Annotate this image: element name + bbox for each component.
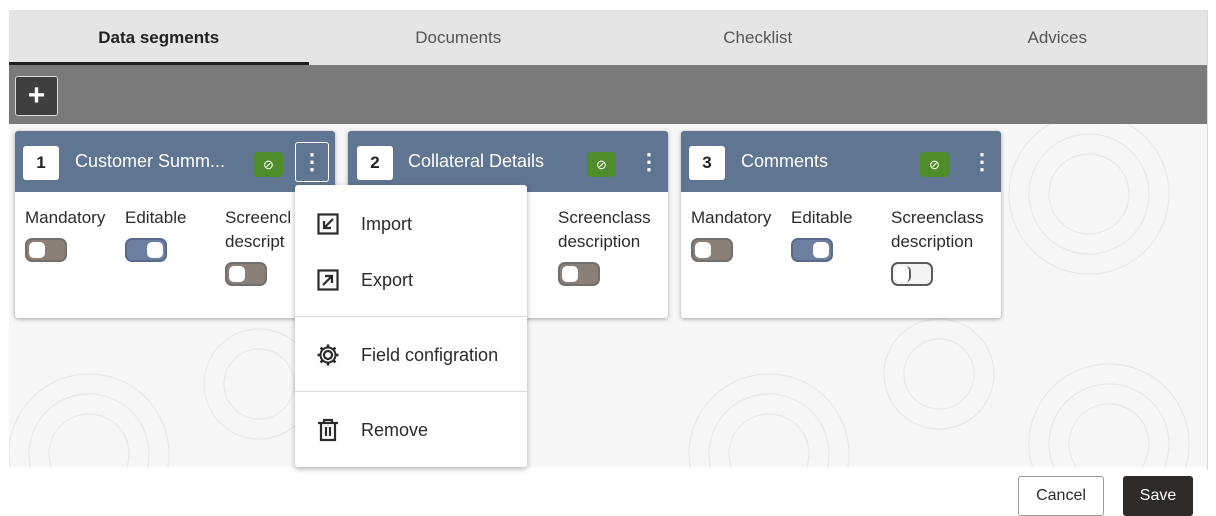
menu-item-label: Remove bbox=[361, 419, 429, 440]
kebab-icon[interactable]: ⋮ bbox=[965, 142, 999, 182]
segment-card-1[interactable]: 1 Customer Summ... ⊘ ⋮ Mandatory Editabl… bbox=[15, 131, 335, 318]
card-header: 2 Collateral Details ⊘ ⋮ bbox=[348, 131, 668, 192]
menu-item-label: Import bbox=[361, 213, 413, 234]
menu-item-export[interactable]: Export bbox=[295, 252, 527, 308]
card-title: Comments bbox=[741, 151, 829, 171]
editable-toggle[interactable] bbox=[125, 238, 167, 262]
menu-item-label: Field configration bbox=[361, 344, 499, 365]
screenclass-label-2: description bbox=[891, 232, 974, 251]
trash-icon bbox=[315, 417, 341, 443]
screenclass-toggle[interactable] bbox=[891, 262, 933, 286]
kebab-icon[interactable]: ⋮ bbox=[295, 142, 329, 182]
screenclass-toggle[interactable] bbox=[558, 262, 600, 286]
card-number: 3 bbox=[689, 146, 725, 180]
toolbar bbox=[9, 65, 1207, 124]
kebab-icon[interactable]: ⋮ bbox=[632, 142, 666, 182]
segment-card-3[interactable]: 3 Comments ⊘ ⋮ Mandatory Editable Screen… bbox=[681, 131, 1001, 318]
check-circle-icon: ⊘ bbox=[254, 152, 283, 177]
tab-checklist[interactable]: Checklist bbox=[608, 10, 908, 65]
menu-item-import[interactable]: Import bbox=[295, 196, 527, 252]
tab-advices[interactable]: Advices bbox=[908, 10, 1208, 65]
import-icon bbox=[315, 211, 341, 237]
add-segment-button[interactable]: + bbox=[15, 76, 58, 116]
mandatory-toggle[interactable] bbox=[691, 238, 733, 262]
card-context-menu: Import Export Field configration Remove bbox=[295, 185, 527, 467]
check-circle-icon: ⊘ bbox=[587, 152, 616, 177]
menu-divider bbox=[295, 391, 527, 392]
screenclass-label-2: description bbox=[558, 232, 641, 251]
card-number: 1 bbox=[23, 146, 59, 180]
segment-editor: Data segments Documents Checklist Advice… bbox=[0, 0, 1216, 516]
screenclass-label: Screencl bbox=[225, 208, 292, 227]
menu-item-remove[interactable]: Remove bbox=[295, 402, 527, 458]
editable-label: Editable bbox=[125, 208, 187, 227]
card-title: Collateral Details bbox=[408, 151, 545, 171]
editable-label: Editable bbox=[791, 208, 853, 227]
screenclass-toggle[interactable] bbox=[225, 262, 267, 286]
export-icon bbox=[315, 267, 341, 293]
screenclass-label: Screenclass bbox=[891, 208, 984, 227]
plus-icon: + bbox=[27, 79, 46, 112]
screenclass-label-2: descript bbox=[225, 232, 285, 251]
check-circle-icon: ⊘ bbox=[920, 152, 949, 177]
editable-toggle[interactable] bbox=[791, 238, 833, 262]
save-button[interactable]: Save bbox=[1123, 476, 1193, 516]
scrollbar[interactable] bbox=[1207, 10, 1216, 470]
card-header: 1 Customer Summ... ⊘ ⋮ bbox=[15, 131, 335, 192]
mandatory-label: Mandatory bbox=[691, 208, 772, 227]
card-number: 2 bbox=[357, 146, 393, 180]
menu-item-label: Export bbox=[361, 269, 414, 290]
screenclass-label: Screenclass bbox=[558, 208, 651, 227]
card-title: Customer Summ... bbox=[75, 151, 226, 171]
mandatory-label: Mandatory bbox=[25, 208, 106, 227]
menu-divider bbox=[295, 316, 527, 317]
menu-item-field-configuration[interactable]: Field configration bbox=[295, 327, 527, 383]
tab-bar: Data segments Documents Checklist Advice… bbox=[9, 10, 1207, 65]
mandatory-toggle[interactable] bbox=[25, 238, 67, 262]
tab-documents[interactable]: Documents bbox=[309, 10, 609, 65]
tab-data-segments[interactable]: Data segments bbox=[9, 10, 309, 65]
card-header: 3 Comments ⊘ ⋮ bbox=[681, 131, 1001, 192]
cancel-button[interactable]: Cancel bbox=[1018, 476, 1104, 516]
gear-icon bbox=[315, 342, 341, 368]
